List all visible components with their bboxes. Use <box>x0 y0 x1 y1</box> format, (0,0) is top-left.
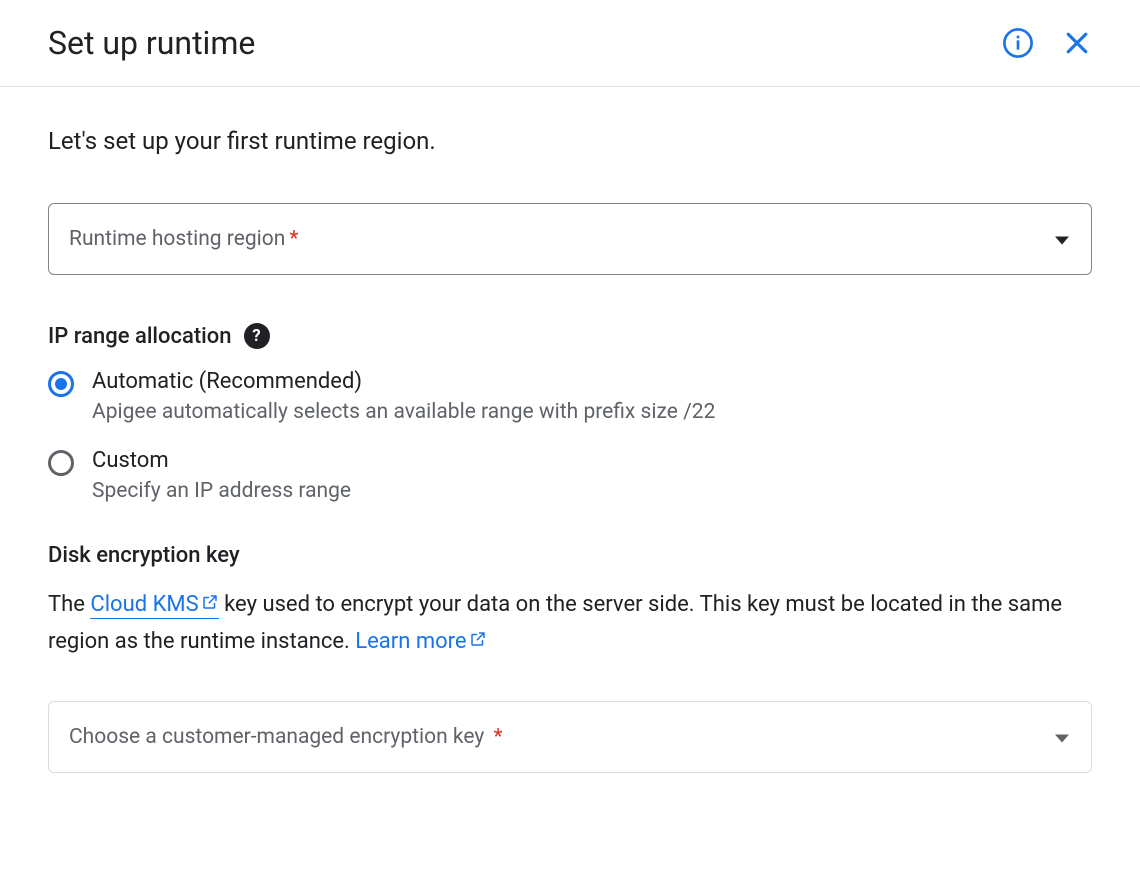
runtime-region-select[interactable]: Runtime hosting region* <box>48 203 1092 275</box>
radio-description: Apigee automatically selects an availabl… <box>92 400 1092 424</box>
radio-label: Custom <box>92 448 1092 473</box>
dialog-content: Let's set up your first runtime region. … <box>0 87 1140 861</box>
encryption-key-select[interactable]: Choose a customer-managed encryption key… <box>48 701 1092 773</box>
close-button[interactable] <box>1062 28 1092 58</box>
header-actions <box>1002 27 1092 59</box>
external-link-icon <box>469 623 487 660</box>
close-icon <box>1062 28 1092 58</box>
ip-range-heading: IP range allocation <box>48 324 232 349</box>
help-icon[interactable]: ? <box>244 323 270 349</box>
radio-text: Automatic (Recommended) Apigee automatic… <box>92 369 1092 424</box>
dialog-header: Set up runtime <box>0 0 1140 87</box>
dropdown-arrow-icon <box>1055 230 1069 249</box>
encryption-description: The Cloud KMS key used to encrypt your d… <box>48 586 1092 661</box>
required-indicator: * <box>493 725 502 749</box>
radio-indicator-unselected <box>48 450 74 476</box>
info-icon <box>1002 27 1034 59</box>
intro-text: Let's set up your first runtime region. <box>48 127 1092 155</box>
encryption-heading: Disk encryption key <box>48 543 1092 568</box>
dialog-title: Set up runtime <box>48 24 255 62</box>
radio-description: Specify an IP address range <box>92 479 1092 503</box>
learn-more-link[interactable]: Learn more <box>355 629 486 654</box>
dropdown-arrow-icon <box>1055 727 1069 746</box>
ip-range-heading-row: IP range allocation ? <box>48 323 1092 349</box>
external-link-icon <box>201 586 219 623</box>
select-label: Runtime hosting region* <box>69 227 298 251</box>
cloud-kms-link[interactable]: Cloud KMS <box>90 592 218 619</box>
ip-range-radio-group: Automatic (Recommended) Apigee automatic… <box>48 369 1092 503</box>
radio-option-custom[interactable]: Custom Specify an IP address range <box>48 448 1092 503</box>
radio-option-automatic[interactable]: Automatic (Recommended) Apigee automatic… <box>48 369 1092 424</box>
radio-text: Custom Specify an IP address range <box>92 448 1092 503</box>
radio-indicator-selected <box>48 371 74 397</box>
select-label: Choose a customer-managed encryption key… <box>69 725 503 749</box>
info-button[interactable] <box>1002 27 1034 59</box>
radio-label: Automatic (Recommended) <box>92 369 1092 394</box>
required-indicator: * <box>289 227 298 251</box>
